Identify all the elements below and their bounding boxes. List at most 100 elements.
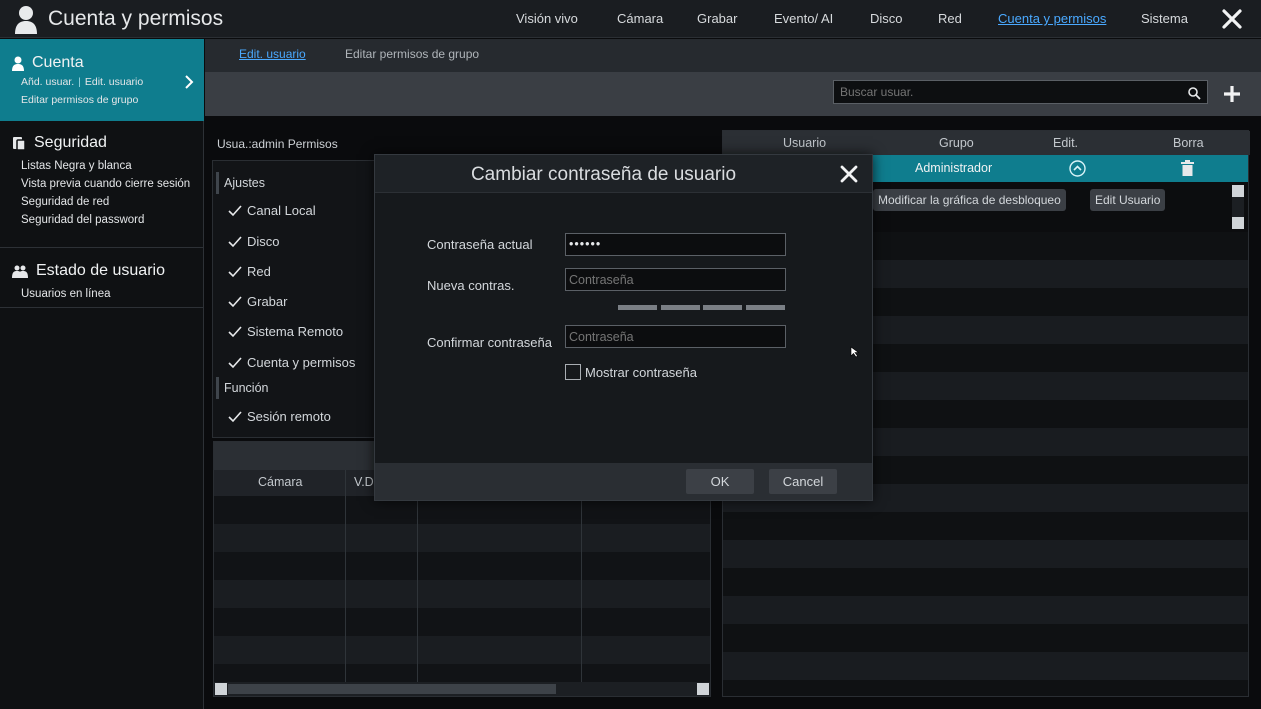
col-camara: Cámara (258, 475, 303, 489)
table-row (723, 596, 1248, 624)
check-icon (228, 265, 242, 277)
scroll-down-icon[interactable] (1232, 217, 1244, 229)
users-table-header: Usuario Grupo Edit. Borra (723, 131, 1250, 155)
sidebar-item-edit-group[interactable]: Editar permisos de grupo (0, 91, 204, 109)
table-row (214, 636, 710, 664)
sidebar-item-edit-user[interactable]: Edit. usuario (85, 76, 143, 88)
table-row (723, 512, 1248, 540)
nav-camara[interactable]: Cámara (617, 11, 663, 26)
perm-category-funcion: Función (216, 377, 268, 399)
strength-bar (703, 305, 742, 310)
show-password-label: Mostrar contraseña (585, 365, 697, 380)
permissions-title: Usua.:admin Permisos (217, 137, 338, 151)
ok-button[interactable]: OK (686, 469, 754, 494)
perm-item-label: Sesión remoto (247, 409, 331, 424)
sidebar-sub-row: Añd. usuar. | Edit. usuario (21, 76, 144, 88)
show-password-checkbox[interactable] (565, 364, 581, 380)
confirm-password-field[interactable] (565, 325, 786, 348)
check-icon (228, 204, 242, 216)
main-nav: Visión vivo Cámara Grabar Evento/ AI Dis… (0, 0, 1261, 38)
sidebar-item-listas[interactable]: Listas Negra y blanca (0, 157, 204, 175)
nav-sistema[interactable]: Sistema (1141, 11, 1188, 26)
tab-edit-usuario[interactable]: Edit. usuario (239, 47, 306, 61)
table-row (214, 664, 710, 682)
scroll-left-icon[interactable] (215, 683, 227, 695)
confirm-password-label: Confirmar contraseña (427, 335, 552, 350)
sidebar-label-seguridad: Seguridad (34, 134, 107, 151)
table-row (723, 540, 1248, 568)
scroll-right-icon[interactable] (697, 683, 709, 695)
sidebar-item-usuarios-en-linea[interactable]: Usuarios en línea (0, 285, 204, 303)
new-password-label: Nueva contras. (427, 278, 515, 293)
close-icon[interactable] (840, 165, 858, 183)
nav-grabar[interactable]: Grabar (697, 11, 737, 26)
current-password-field[interactable]: •••••• (565, 233, 786, 256)
perm-item-label: Grabar (247, 294, 288, 309)
sidebar-item-seguridad-password[interactable]: Seguridad del password (0, 211, 204, 229)
horizontal-scrollbar[interactable] (214, 682, 710, 696)
perm-item-label: Cuenta y permisos (247, 355, 356, 370)
strength-bar (661, 305, 700, 310)
toolbar (205, 72, 1261, 116)
nav-red[interactable]: Red (938, 11, 962, 26)
check-icon (228, 235, 242, 247)
subtabs-bar: Edit. usuario Editar permisos de grupo (205, 39, 1261, 72)
sidebar-item-add-user[interactable]: Añd. usuar. (21, 76, 74, 88)
perm-item-sistema-remoto[interactable]: Sistema Remoto (228, 324, 343, 339)
current-password-label: Contraseña actual (427, 237, 533, 252)
perm-item-cuenta-permisos[interactable]: Cuenta y permisos (228, 355, 355, 370)
chevron-right-icon[interactable] (184, 75, 194, 89)
check-icon (228, 295, 242, 307)
search-icon[interactable] (1187, 86, 1201, 100)
perm-item-grabar[interactable]: Grabar (228, 294, 287, 309)
perm-item-disco[interactable]: Disco (228, 234, 280, 249)
modify-unlock-pattern-button[interactable]: Modificar la gráfica de desbloqueo (873, 189, 1066, 211)
search-input[interactable] (833, 80, 1208, 104)
trash-icon[interactable] (1181, 160, 1194, 176)
scroll-thumb[interactable] (228, 684, 556, 694)
scroll-up-icon[interactable] (1232, 185, 1244, 197)
users-group-icon (12, 265, 28, 278)
cell-grupo: Administrador (915, 161, 993, 175)
sidebar-group-seguridad[interactable]: Seguridad Listas Negra y blanca Vista pr… (0, 131, 204, 229)
edit-user-button[interactable]: Edit Usuario (1090, 189, 1166, 211)
col-usuario: Usuario (783, 136, 827, 150)
dialog-header: Cambiar contraseña de usuario (375, 155, 872, 193)
new-password-field[interactable] (565, 268, 786, 291)
perm-item-label: Sistema Remoto (247, 324, 344, 339)
tab-editar-permisos-grupo[interactable]: Editar permisos de grupo (345, 47, 479, 61)
perm-item-label: Red (247, 264, 271, 279)
col-vd: V.D (354, 475, 374, 489)
perm-category-ajustes: Ajustes (216, 172, 265, 194)
sidebar-item-seguridad-red[interactable]: Seguridad de red (0, 193, 204, 211)
check-icon (228, 410, 242, 422)
perm-item-label: Canal Local (247, 203, 316, 218)
sidebar: Cuenta Añd. usuar. | Edit. usuario Editar … (0, 39, 204, 709)
dialog-title: Cambiar contraseña de usuario (470, 164, 737, 185)
table-row (723, 568, 1248, 596)
perm-item-red[interactable]: Red (228, 264, 271, 279)
sidebar-group-cuenta[interactable]: Cuenta Añd. usuar. | Edit. usuario Editar … (0, 39, 204, 121)
sidebar-group-estado[interactable]: Estado de usuario Usuarios en línea (0, 259, 204, 303)
table-row (214, 580, 710, 608)
perm-item-canal-local[interactable]: Canal Local (228, 203, 316, 218)
vertical-scrollbar[interactable] (1232, 185, 1244, 229)
add-user-button[interactable] (1221, 83, 1243, 105)
table-row (214, 552, 710, 580)
nav-evento-ai[interactable]: Evento/ AI (774, 11, 833, 26)
edit-expand-icon[interactable] (1069, 160, 1086, 177)
sidebar-label-cuenta: Cuenta (32, 54, 84, 71)
strength-bar (618, 305, 657, 310)
nav-vision-vivo[interactable]: Visión vivo (516, 11, 578, 26)
cancel-button[interactable]: Cancel (769, 469, 837, 494)
check-icon (228, 356, 242, 368)
dialog-footer: OK Cancel (375, 463, 872, 500)
sidebar-item-vista-previa[interactable]: Vista previa cuando cierre sesión (0, 175, 204, 193)
close-icon[interactable] (1221, 8, 1243, 30)
perm-item-sesion-remoto[interactable]: Sesión remoto (228, 409, 331, 424)
nav-cuenta-y-permisos[interactable]: Cuenta y permisos (998, 11, 1106, 26)
nav-disco[interactable]: Disco (870, 11, 903, 26)
table-row (214, 608, 710, 636)
user-icon (12, 56, 24, 71)
table-row (723, 652, 1248, 680)
